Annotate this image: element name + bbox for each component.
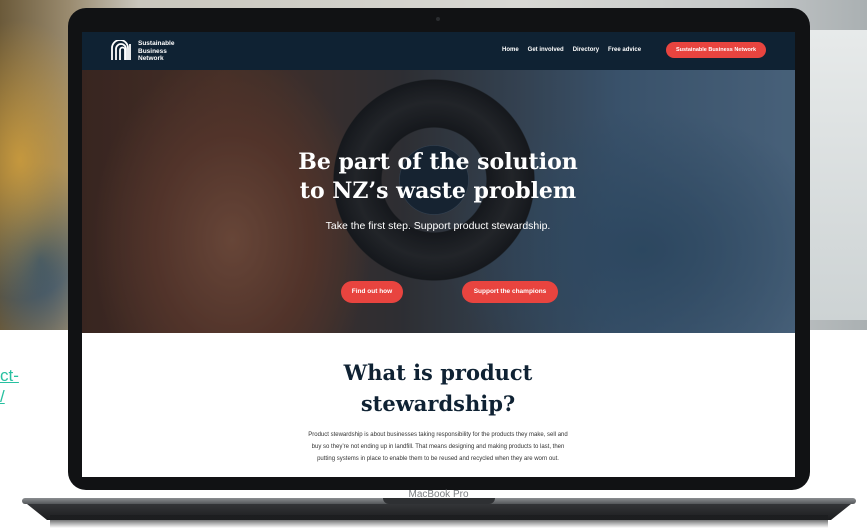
- hero-title: Be part of the solution to NZ’s waste pr…: [238, 148, 638, 206]
- logo-line-3: Network: [138, 55, 164, 62]
- nav-directory[interactable]: Directory: [573, 47, 599, 53]
- logo-wordmark[interactable]: Sustainable Business Network: [138, 40, 218, 63]
- section-title-line-1: What is product: [343, 360, 533, 385]
- side-link-text: ct- /: [0, 366, 19, 406]
- section-title: What is product stewardship?: [288, 357, 588, 419]
- side-link-fragment[interactable]: ct- /: [0, 365, 30, 407]
- hero-title-line-2: to NZ’s waste problem: [299, 178, 577, 204]
- nav-free-advice[interactable]: Free advice: [608, 47, 641, 53]
- laptop-model-label: MacBook Pro: [408, 489, 469, 500]
- support-champions-button[interactable]: Support the champions: [462, 281, 558, 303]
- logo-line-2: Business: [138, 47, 167, 55]
- find-out-how-button[interactable]: Find out how: [341, 281, 403, 303]
- nav-get-involved[interactable]: Get involved: [528, 47, 564, 53]
- site-header: Sustainable Business Network Home Get in…: [82, 32, 795, 70]
- section-title-line-2: stewardship?: [360, 391, 516, 416]
- laptop-screen: Sustainable Business Network Home Get in…: [82, 32, 795, 477]
- hero-title-line-1: Be part of the solution: [298, 149, 578, 175]
- section-body: Product stewardship is about businesses …: [308, 432, 568, 462]
- nav-cta-button[interactable]: Sustainable Business Network: [666, 42, 766, 58]
- hero-subtitle: Take the first step. Support product ste…: [325, 220, 551, 232]
- sbn-logo-icon[interactable]: [110, 40, 134, 62]
- background-window: [807, 30, 867, 320]
- logo-line-1: Sustainable: [138, 40, 175, 47]
- nav-home[interactable]: Home: [502, 47, 519, 53]
- camera-icon: [436, 17, 440, 21]
- main-nav: Home Get involved Directory Free advice: [502, 47, 641, 53]
- laptop-shadow: [50, 515, 828, 528]
